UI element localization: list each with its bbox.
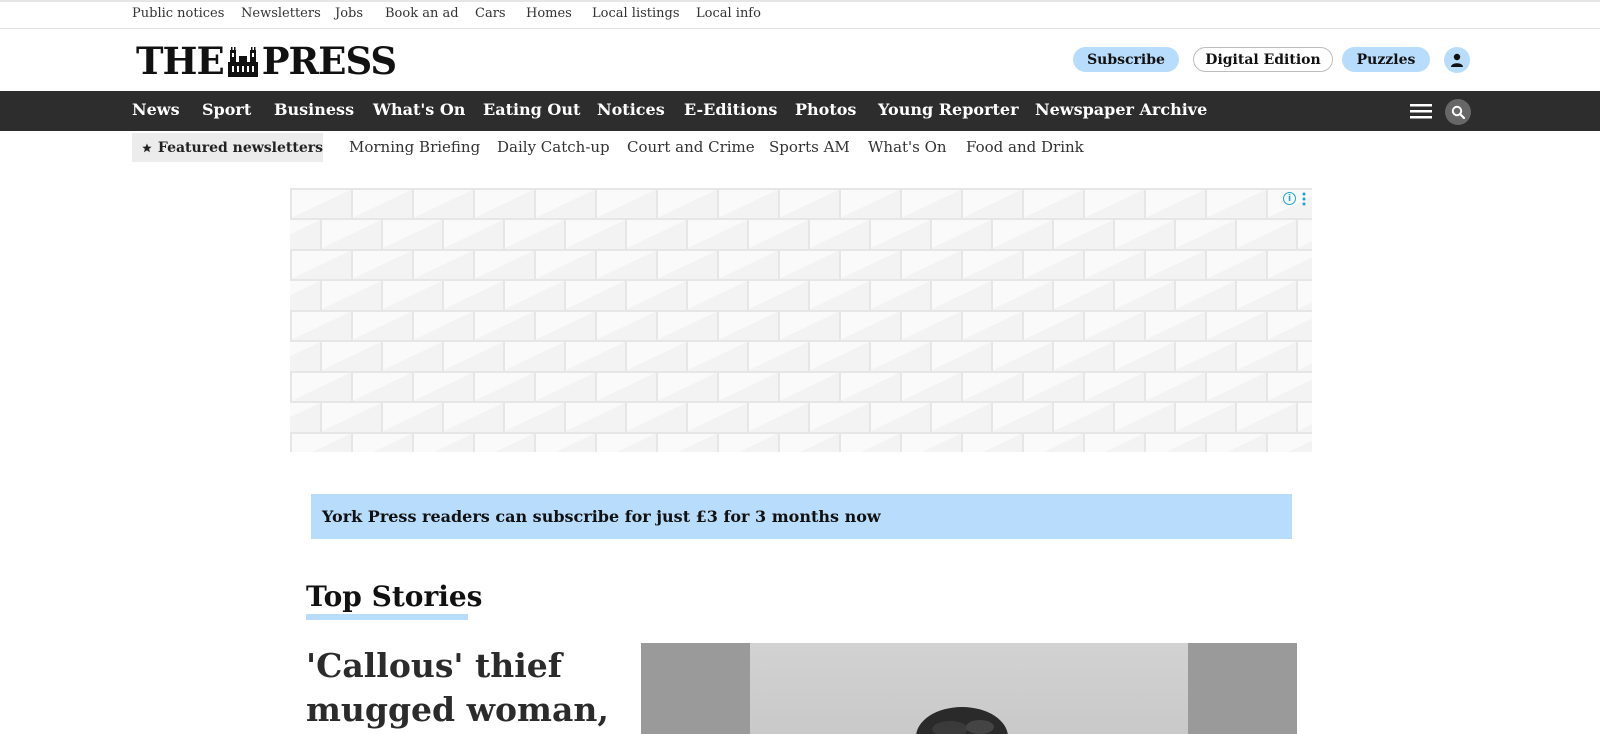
ad-options-icon[interactable]	[1302, 192, 1306, 206]
person-photo-icon	[916, 707, 1008, 734]
main-nav: News Sport Business What's On Eating Out…	[0, 91, 1600, 131]
nav-young-reporter[interactable]: Young Reporter	[878, 100, 1019, 119]
nav-business[interactable]: Business	[274, 100, 354, 119]
utility-link-public-notices[interactable]: Public notices	[132, 6, 224, 21]
utility-link-newsletters[interactable]: Newsletters	[241, 6, 321, 21]
utility-nav: Public notices Newsletters Jobs Book an …	[0, 2, 1600, 29]
featured-newsletters-label: Featured newsletters	[157, 139, 323, 156]
nav-e-editions[interactable]: E-Editions	[684, 100, 777, 119]
digital-edition-button[interactable]: Digital Edition	[1193, 47, 1333, 72]
utility-link-jobs[interactable]: Jobs	[335, 6, 363, 21]
section-title-underline	[306, 614, 468, 620]
site-logo[interactable]: THE PRESS	[136, 39, 397, 83]
search-button[interactable]	[1445, 99, 1471, 125]
subscribe-button[interactable]: Subscribe	[1073, 47, 1179, 72]
lead-story-photo	[750, 643, 1188, 734]
account-button[interactable]	[1444, 47, 1470, 73]
nav-eating-out[interactable]: Eating Out	[483, 100, 580, 119]
newsletter-food-and-drink[interactable]: Food and Drink	[966, 138, 1084, 156]
masthead: THE PRESS Subscribe Digital Edition Puzz…	[0, 29, 1600, 91]
utility-link-local-listings[interactable]: Local listings	[592, 6, 680, 21]
minster-logo-icon	[227, 47, 258, 77]
lead-story-image[interactable]	[641, 643, 1297, 734]
brick-pattern	[290, 188, 1312, 452]
newsletter-sports-am[interactable]: Sports AM	[769, 138, 850, 156]
nav-notices[interactable]: Notices	[597, 100, 665, 119]
utility-link-cars[interactable]: Cars	[475, 6, 506, 21]
featured-newsletters-button[interactable]: Featured newsletters	[132, 133, 323, 162]
advertisement-banner[interactable]: i	[290, 188, 1312, 452]
newsletter-whats-on[interactable]: What's On	[868, 138, 947, 156]
nav-news[interactable]: News	[132, 100, 180, 119]
lead-story-headline[interactable]: 'Callous' thief mugged woman,	[306, 644, 626, 732]
nav-photos[interactable]: Photos	[795, 100, 856, 119]
newsletter-morning-briefing[interactable]: Morning Briefing	[349, 138, 480, 156]
utility-link-local-info[interactable]: Local info	[696, 6, 761, 21]
nav-whats-on[interactable]: What's On	[373, 100, 465, 119]
logo-text-press: PRESS	[261, 39, 397, 83]
subscribe-promo-banner[interactable]: York Press readers can subscribe for jus…	[311, 494, 1292, 539]
hamburger-icon[interactable]	[1410, 101, 1432, 121]
newsletter-court-and-crime[interactable]: Court and Crime	[627, 138, 755, 156]
search-icon	[1451, 105, 1465, 119]
logo-text-the: THE	[136, 39, 225, 83]
user-icon	[1451, 53, 1463, 67]
ad-info-icon[interactable]: i	[1283, 192, 1296, 205]
utility-link-book-an-ad[interactable]: Book an ad	[385, 6, 459, 21]
puzzles-button[interactable]: Puzzles	[1342, 47, 1430, 72]
section-title-top-stories: Top Stories	[306, 580, 483, 613]
newsletters-bar: Featured newsletters Morning Briefing Da…	[0, 131, 1600, 165]
nav-newspaper-archive[interactable]: Newspaper Archive	[1035, 100, 1207, 119]
newsletter-daily-catch-up[interactable]: Daily Catch-up	[497, 138, 610, 156]
utility-link-homes[interactable]: Homes	[526, 6, 572, 21]
nav-sport[interactable]: Sport	[202, 100, 251, 119]
star-icon	[142, 142, 152, 152]
